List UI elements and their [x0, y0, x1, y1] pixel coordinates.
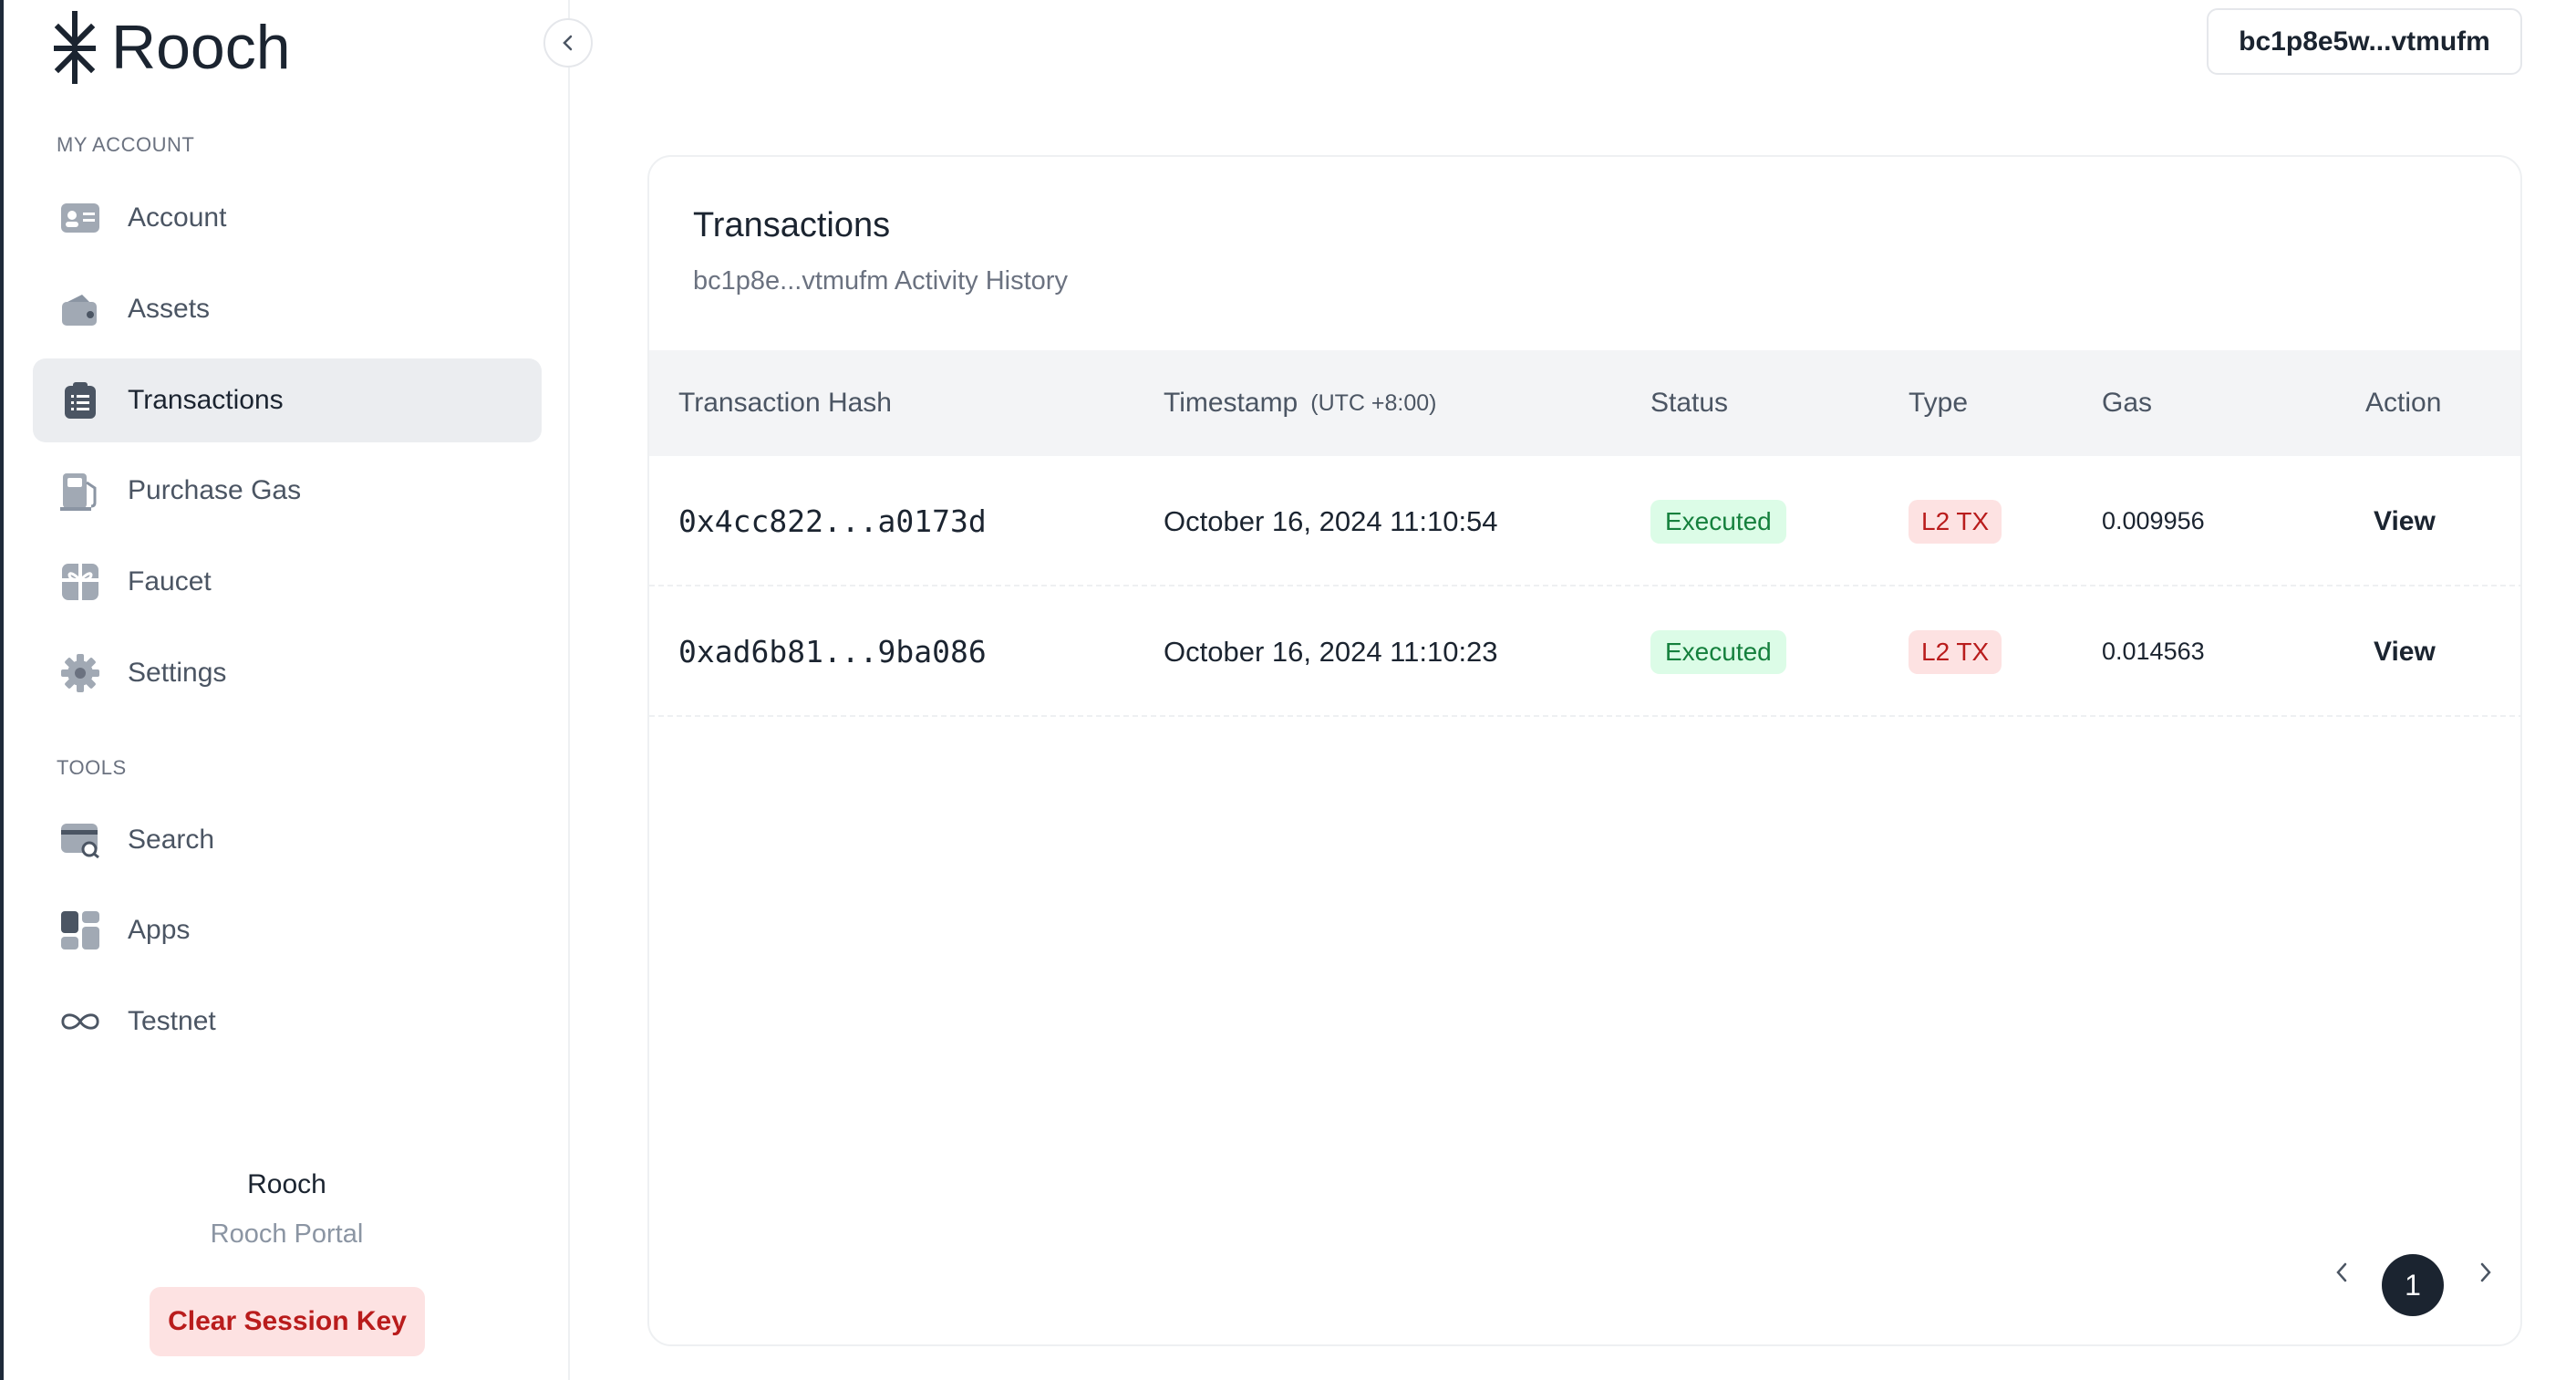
column-label: Action — [2365, 388, 2442, 418]
type-badge: L2 TX — [1909, 629, 2002, 674]
sidebar-item-label: Faucet — [128, 566, 212, 597]
column-header-type: Type — [1909, 350, 1968, 456]
logo[interactable]: Rooch — [53, 11, 291, 84]
sidebar-item-transactions[interactable]: Transactions — [33, 358, 542, 442]
chevron-left-icon — [2336, 1262, 2347, 1282]
column-header-hash: Transaction Hash — [678, 350, 892, 456]
sidebar-item-testnet[interactable]: Testnet — [33, 980, 542, 1064]
sidebar-item-label: Settings — [128, 658, 227, 688]
gas-value: 0.014563 — [2102, 638, 2205, 665]
chevron-right-icon — [2480, 1262, 2491, 1282]
footer-brand-subtitle: Rooch Portal — [210, 1219, 364, 1249]
column-header-status: Status — [1650, 350, 1728, 456]
table-row: 0x4cc822...a0173d October 16, 2024 11:10… — [649, 456, 2520, 586]
sidebar-item-label: Account — [128, 202, 227, 233]
gas-pump-icon — [60, 471, 100, 511]
sidebar-item-faucet[interactable]: Faucet — [33, 540, 542, 624]
search-card-icon — [60, 820, 100, 860]
sidebar-item-assets[interactable]: Assets — [33, 267, 542, 351]
sidebar-item-label: Search — [128, 825, 215, 855]
transaction-hash[interactable]: 0xad6b81...9ba086 — [678, 634, 987, 669]
section-label-my-account: MY ACCOUNT — [57, 133, 195, 156]
transactions-card: Transactions bc1p8e...vtmufm Activity Hi… — [647, 155, 2522, 1346]
column-header-action: Action — [2365, 350, 2441, 456]
collapse-sidebar-button[interactable] — [543, 18, 593, 67]
page-title: Transactions — [693, 206, 891, 244]
sidebar-item-settings[interactable]: Settings — [33, 631, 542, 715]
column-header-gas: Gas — [2102, 350, 2152, 456]
page-subtitle: bc1p8e...vtmufm Activity History — [693, 266, 1068, 296]
sidebar-item-purchase-gas[interactable]: Purchase Gas — [33, 449, 542, 533]
status-badge: Executed — [1650, 499, 1786, 544]
column-header-timestamp: Timestamp (UTC +8:00) — [1164, 350, 1436, 456]
table-row: 0xad6b81...9ba086 October 16, 2024 11:10… — [649, 586, 2520, 717]
column-label: Type — [1909, 388, 1969, 418]
column-label: Timestamp — [1164, 388, 1298, 418]
apps-grid-icon — [60, 910, 100, 950]
sidebar-item-account[interactable]: Account — [33, 176, 542, 260]
pagination-prev-button[interactable] — [2323, 1254, 2360, 1291]
sidebar-item-label: Purchase Gas — [128, 475, 302, 505]
column-label: Transaction Hash — [678, 388, 892, 418]
wallet-address-button[interactable]: bc1p8e5w...vtmufm — [2207, 8, 2522, 75]
sidebar-item-label: Assets — [128, 294, 211, 324]
transaction-timestamp: October 16, 2024 11:10:54 — [1164, 504, 1498, 537]
brand-name: Rooch — [111, 13, 291, 82]
sidebar-item-label: Transactions — [128, 385, 284, 415]
footer-brand-title: Rooch — [247, 1169, 326, 1199]
view-button[interactable]: View — [2374, 506, 2436, 537]
gas-value: 0.009956 — [2102, 507, 2205, 534]
pagination-next-button[interactable] — [2467, 1254, 2504, 1291]
infinity-icon — [60, 1001, 100, 1042]
transaction-timestamp: October 16, 2024 11:10:23 — [1164, 635, 1498, 668]
sidebar-item-apps[interactable]: Apps — [33, 888, 542, 972]
column-label: Status — [1650, 388, 1729, 418]
wallet-icon — [60, 289, 100, 329]
transaction-hash[interactable]: 0x4cc822...a0173d — [678, 503, 987, 539]
clipboard-list-icon — [60, 380, 100, 420]
gear-icon — [60, 653, 100, 693]
timezone-label: (UTC +8:00) — [1310, 389, 1437, 416]
status-badge: Executed — [1650, 629, 1786, 674]
gift-icon — [60, 562, 100, 602]
id-card-icon — [60, 198, 100, 238]
sidebar-item-label: Apps — [128, 915, 191, 945]
sidebar: Rooch MY ACCOUNT Account Assets Transact… — [4, 0, 570, 1380]
column-label: Gas — [2102, 388, 2153, 418]
section-label-tools: TOOLS — [57, 756, 127, 779]
type-badge: L2 TX — [1909, 499, 2002, 544]
view-button[interactable]: View — [2374, 637, 2436, 668]
sidebar-item-label: Testnet — [128, 1006, 216, 1036]
sidebar-item-search[interactable]: Search — [33, 798, 542, 882]
pagination-page-1[interactable]: 1 — [2382, 1254, 2444, 1316]
table-header: Transaction Hash Timestamp (UTC +8:00) S… — [649, 350, 2520, 456]
rooch-logo-icon — [54, 11, 96, 84]
clear-session-key-button[interactable]: Clear Session Key — [150, 1287, 425, 1356]
chevron-left-icon — [563, 35, 573, 51]
